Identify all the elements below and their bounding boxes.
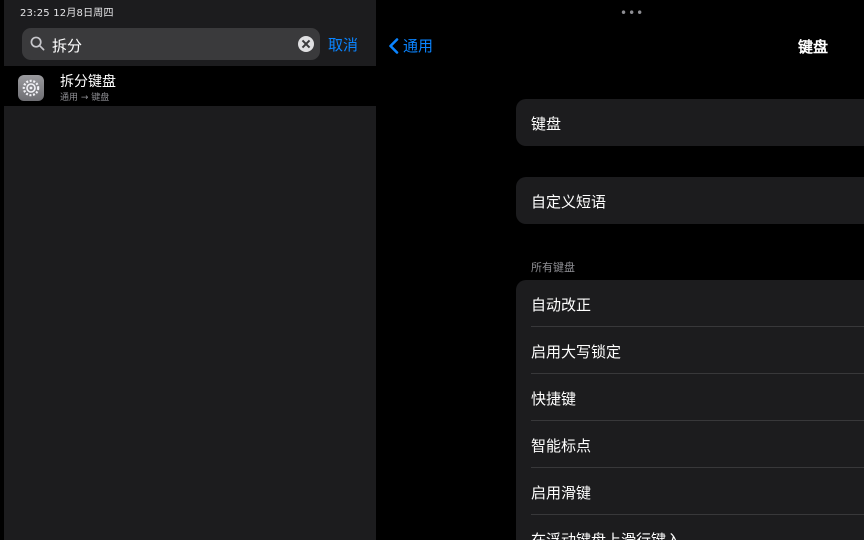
page-title: 键盘 <box>798 38 829 56</box>
back-button[interactable]: 通用 <box>388 35 433 56</box>
search-pane: 23:25 12月8日周四 拆分 取消 拆分键盘 通用 → 键盘 <box>4 0 376 540</box>
search-query-text: 拆分 <box>52 37 83 55</box>
cancel-button[interactable]: 取消 <box>328 34 358 55</box>
settings-gear-icon <box>18 75 44 101</box>
row-label: 启用滑键 <box>531 484 592 502</box>
row-label: 键盘 <box>531 115 562 133</box>
multitasking-dots[interactable]: ••• <box>620 6 644 20</box>
row-label: 启用大写锁定 <box>531 343 622 361</box>
row-shortcuts[interactable]: 快捷键 <box>516 374 864 421</box>
search-icon <box>30 36 45 51</box>
row-label: 自定义短语 <box>531 193 607 211</box>
row-label: 自动改正 <box>531 296 592 314</box>
text-replacement-group: 自定义短语 <box>516 177 864 224</box>
search-result-title: 拆分键盘 <box>60 74 116 90</box>
search-result-item[interactable]: 拆分键盘 通用 → 键盘 <box>4 66 376 106</box>
search-result-path: 通用 → 键盘 <box>60 93 110 103</box>
keyboards-group: 键盘 <box>516 99 864 146</box>
row-smart-punctuation[interactable]: 智能标点 <box>516 421 864 468</box>
clear-search-icon[interactable] <box>298 36 314 52</box>
row-keyboards[interactable]: 键盘 <box>516 99 864 146</box>
row-enable-key-flicks[interactable]: 启用滑键 <box>516 468 864 515</box>
status-bar-time-date: 23:25 12月8日周四 <box>20 8 114 19</box>
row-text-replacement[interactable]: 自定义短语 <box>516 177 864 224</box>
settings-detail-pane: ••• 通用 键盘 键盘 自定义短语 所有键盘 自动改正 启用大写锁定 快捷键 … <box>378 0 864 540</box>
chevron-left-icon <box>389 37 399 54</box>
all-keyboards-group: 自动改正 启用大写锁定 快捷键 智能标点 启用滑键 在浮动键盘上滑行键入 <box>516 280 864 540</box>
row-label: 在浮动键盘上滑行键入 <box>531 531 682 540</box>
search-field[interactable]: 拆分 <box>22 28 320 60</box>
row-enable-caps-lock[interactable]: 启用大写锁定 <box>516 327 864 374</box>
row-auto-correction[interactable]: 自动改正 <box>516 280 864 327</box>
section-header-all-keyboards: 所有键盘 <box>531 261 575 274</box>
row-label: 智能标点 <box>531 437 592 455</box>
row-label: 快捷键 <box>531 390 577 408</box>
back-button-label: 通用 <box>403 37 434 55</box>
row-slide-on-floating-keyboard[interactable]: 在浮动键盘上滑行键入 <box>516 515 864 540</box>
